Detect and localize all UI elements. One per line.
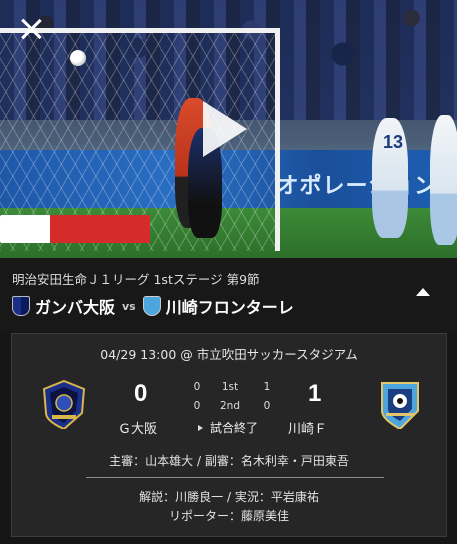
away-team-name: 川崎フロンターレ [165,298,294,317]
frontale-crest-icon [142,296,161,316]
home-2nd-score: 0 [193,400,201,412]
video-player[interactable]: オポレーション 13 [0,0,457,258]
commentary-info: 解説：川勝良一 / 実況：平岩康祐 [139,490,319,504]
gamba-osaka-crest-icon [42,379,86,429]
divider [86,477,384,478]
jersey-number: 13 [383,132,404,152]
score-card: 04/29 13:00 @ 市立吹田サッカースタジアム 0 0 1st 1 0 … [11,333,447,537]
matchup: ガンバ大阪 vs 川崎フロンターレ [12,293,294,319]
away-team-short: 川崎Ｆ [288,422,328,437]
gamba-crest-icon [12,296,30,316]
ad-board-text: オポレーション [276,173,437,198]
status-triangle-icon [198,424,203,431]
home-team-name: ガンバ大阪 [35,298,116,317]
collapse-arrow-icon[interactable] [416,288,430,296]
match-datetime-venue: 04/29 13:00 @ 市立吹田サッカースタジアム [100,347,358,362]
home-1st-score: 0 [193,381,201,393]
referees-info: 主審：山本雄大 / 副審：名木利幸・戸田東吾 [109,454,349,468]
period-2nd-label: 2nd [219,400,240,412]
vs-label: vs [122,299,136,313]
play-icon[interactable] [203,101,247,157]
home-team-short: Ｇ大阪 [118,422,158,437]
reporter-info: リポーター：藤原美佳 [168,509,289,523]
away-score: 1 [308,380,322,407]
match-header: 明治安田生命Ｊ１リーグ 1stステージ 第9節 ガンバ大阪 vs 川崎フロンター… [0,258,457,333]
jleague-board [0,215,150,243]
away-2nd-score: 0 [263,400,271,412]
frontale-player-figure-2 [430,115,457,245]
competition-label: 明治安田生命Ｊ１リーグ 1stステージ 第9節 [12,272,260,287]
period-1st-label: 1st [221,381,239,393]
match-status: 試合終了 [198,419,258,436]
away-1st-score: 1 [263,381,271,393]
ball [70,50,86,66]
home-score: 0 [134,380,148,407]
status-label: 試合終了 [210,421,259,435]
close-icon[interactable] [20,18,42,40]
kawasaki-frontale-crest-icon [381,382,419,429]
